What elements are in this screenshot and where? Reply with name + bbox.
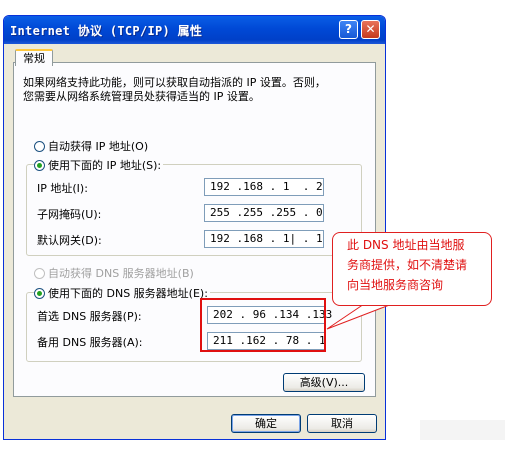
annotation-line: 务商提供，如不清楚请 — [347, 258, 468, 272]
callout-pointer — [326, 299, 394, 330]
annotation-line: 向当地服务商咨询 — [347, 278, 444, 292]
annotation-line: 此 DNS 地址由当地服 — [347, 238, 465, 252]
tab-general[interactable]: 常规 — [15, 49, 53, 66]
annotation-callout: 此 DNS 地址由当地服 务商提供，如不清楚请 向当地服务商咨询 — [332, 232, 492, 306]
watermark-patch — [420, 420, 505, 440]
